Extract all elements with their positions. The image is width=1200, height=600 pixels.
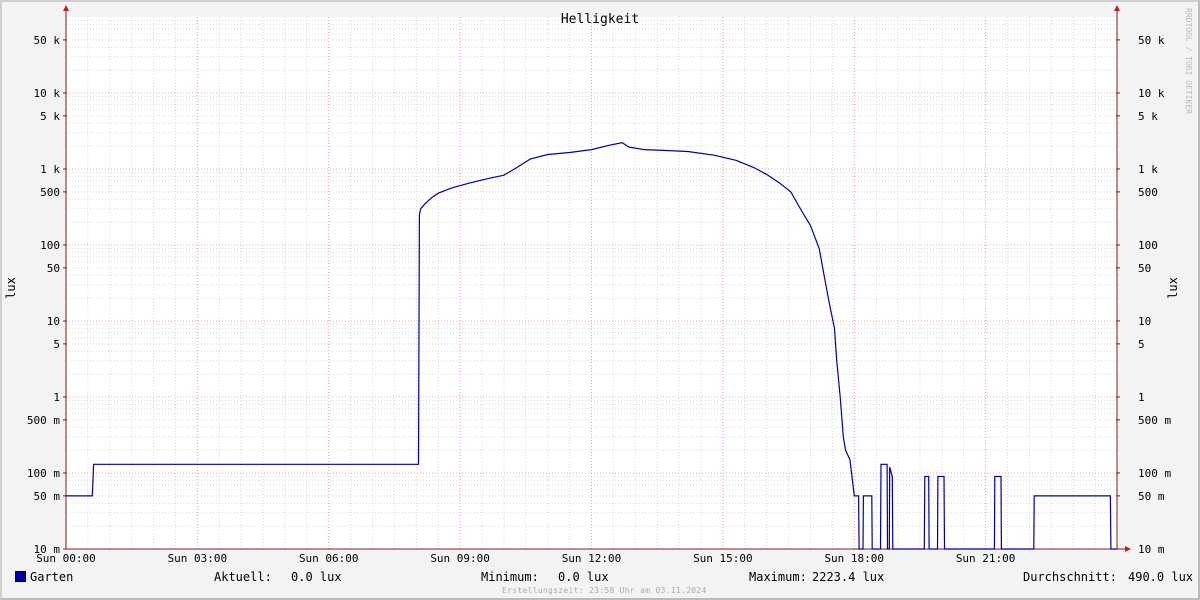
x-tick-label: Sun 18:00 — [824, 552, 884, 565]
y-tick-label-left: 500 m — [27, 414, 60, 427]
y-tick-label-right: 50 m — [1138, 490, 1165, 503]
y-tick-label-right: 5 — [1138, 338, 1145, 351]
legend-max-value: 2223.4 lux — [812, 570, 885, 584]
legend-series-name: Garten — [30, 570, 74, 584]
y-axis-right-arrow — [1114, 5, 1120, 11]
x-tick-label: Sun 03:00 — [168, 552, 228, 565]
x-tick-label: Sun 12:00 — [562, 552, 622, 565]
creation-timestamp: Erstellungszeit: 23:58 Uhr am 03.11.2024 — [502, 586, 707, 595]
legend-current-label: Aktuell: — [214, 570, 272, 584]
rrdtool-watermark: RRDTOOL / TOBI OETIKER — [1184, 8, 1193, 114]
x-tick-label: Sun 06:00 — [299, 552, 359, 565]
chart-area: 50 k 50 k 10 k 10 k 5 k 5 k 1 k 1 k 500 500 100 100… — [4, 5, 1193, 565]
y-tick-label-left: 100 m — [27, 467, 60, 480]
y-tick-label-right: 1 — [1138, 391, 1145, 404]
y-axis-label-right: lux — [1166, 277, 1180, 299]
y-tick-label-right: 100 — [1138, 239, 1158, 252]
legend-min-label: Minimum: — [481, 570, 539, 584]
y-tick-label-left: 50 k — [34, 34, 61, 47]
y-tick-label-right: 100 m — [1138, 467, 1171, 480]
x-tick-label: Sun 15:00 — [693, 552, 753, 565]
legend-avg-label: Durchschnitt: — [1023, 570, 1117, 584]
y-tick-label-left: 1 — [53, 391, 60, 404]
y-tick-label-left: 500 — [40, 186, 60, 199]
legend-avg-value: 490.0 lux — [1128, 570, 1194, 584]
x-tick-label: Sun 21:00 — [956, 552, 1016, 565]
y-tick-label-right: 50 k — [1138, 34, 1165, 47]
y-tick-label-left: 10 — [47, 315, 60, 328]
y-tick-label-left: 10 k — [34, 87, 61, 100]
y-tick-label-right: 500 — [1138, 186, 1158, 199]
y-tick-label-right: 10 m — [1138, 543, 1165, 556]
y-tick-label-right: 1 k — [1138, 163, 1158, 176]
legend-swatch-garten — [15, 571, 26, 582]
y-tick-label-right: 10 — [1138, 315, 1151, 328]
legend-max-label: Maximum: — [749, 570, 807, 584]
legend-current-value: 0.0 lux — [291, 570, 342, 584]
y-tick-label-left: 5 k — [40, 110, 60, 123]
y-tick-label-right: 50 — [1138, 262, 1151, 275]
graph-window: 50 k 50 k 10 k 10 k5 k5 k1 k1 k 500 500 100 100… — [0, 0, 1200, 600]
x-axis-arrow — [1125, 546, 1131, 552]
y-tick-label-right: 5 k — [1138, 110, 1158, 123]
y-tick-label-right: 10 k — [1138, 87, 1165, 100]
chart-title: Helligkeit — [561, 12, 639, 27]
y-axis-label-left: lux — [4, 277, 18, 299]
y-tick-label-left: 50 m — [34, 490, 61, 503]
y-tick-label-right: 500 m — [1138, 414, 1171, 427]
y-tick-label-left: 50 — [47, 262, 60, 275]
x-tick-label: Sun 09:00 — [430, 552, 490, 565]
x-tick-label: Sun 00:00 — [36, 552, 96, 565]
y-axis-left-arrow — [63, 5, 69, 11]
y-tick-label-left: 1 k — [40, 163, 60, 176]
y-tick-label-left: 100 — [40, 239, 60, 252]
legend-min-value: 0.0 lux — [558, 570, 609, 584]
y-tick-label-left: 5 — [53, 338, 60, 351]
